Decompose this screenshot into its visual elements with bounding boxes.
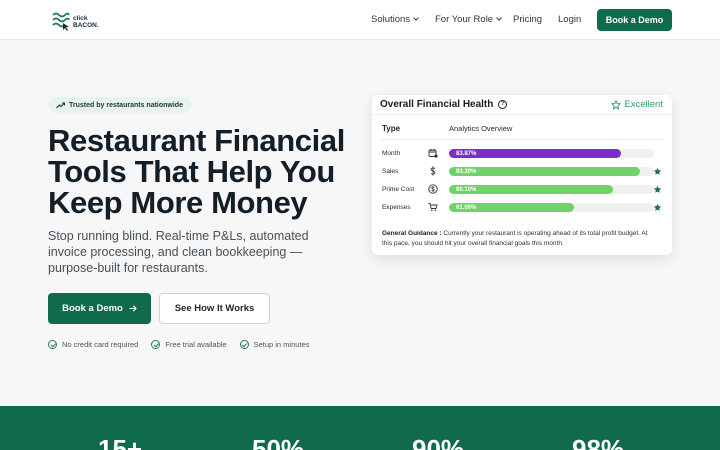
star-icon xyxy=(653,167,662,175)
metric-row-prime-cost: Prime Cost 80.10% xyxy=(372,183,672,197)
metric-label: Prime Cost xyxy=(382,186,415,193)
coin-icon xyxy=(428,184,438,194)
general-guidance: General Guidance : Currently your restau… xyxy=(382,229,657,249)
nav-book-demo-button[interactable]: Book a Demo xyxy=(597,9,672,31)
stat-value: 90% xyxy=(412,434,465,450)
nav-pricing[interactable]: Pricing xyxy=(513,14,542,25)
guidance-label: General Guidance : xyxy=(382,230,442,237)
top-navbar: click BACON. Solutions For Your Role Pri… xyxy=(0,0,720,40)
hero-subtitle: Stop running blind. Real-time P&Ls, auto… xyxy=(48,229,309,275)
nav-login-label: Login xyxy=(558,14,582,25)
logo-line-1: click xyxy=(73,15,88,22)
metric-label: Sales xyxy=(382,168,399,175)
stats-band: 15+ 50% 90% 98% xyxy=(0,406,720,450)
logo[interactable]: click BACON. xyxy=(52,10,99,32)
stat-value: 98% xyxy=(572,434,625,450)
nav-solutions[interactable]: Solutions xyxy=(371,14,419,25)
metric-label: Expenses xyxy=(382,204,411,211)
card-title-label: Overall Financial Health xyxy=(380,99,494,110)
perk-label: Free trial available xyxy=(165,340,227,349)
see-how-it-works-button[interactable]: See How It Works xyxy=(159,293,270,324)
star-icon xyxy=(653,203,662,211)
perk-item: Free trial available xyxy=(151,340,227,349)
chevron-down-icon xyxy=(496,15,502,21)
metric-track: 80.10% xyxy=(449,185,654,194)
perk-item: Setup in minutes xyxy=(239,340,310,349)
nav-pricing-label: Pricing xyxy=(513,14,543,25)
check-circle-icon xyxy=(48,340,57,349)
chevron-down-icon xyxy=(413,15,419,21)
metric-percent: 61.00% xyxy=(456,204,477,211)
metric-row-expenses: Expenses 61.00% xyxy=(372,201,672,215)
star-outline-icon xyxy=(611,99,622,110)
hero-title: Restaurant Financial Tools That Help You… xyxy=(48,125,368,218)
perk-label: Setup in minutes xyxy=(253,340,310,349)
metric-fill: 61.00% xyxy=(449,203,575,212)
metric-percent: 80.10% xyxy=(456,186,477,193)
hero-title-line-2: Tools That Help You xyxy=(48,154,335,189)
metric-fill: 80.10% xyxy=(449,185,614,194)
cart-icon xyxy=(428,203,438,212)
header-divider xyxy=(380,139,664,140)
card-title: Overall Financial Health ? xyxy=(380,99,508,110)
perks-list: No credit card required Free trial avail… xyxy=(48,340,309,349)
check-circle-icon xyxy=(239,340,249,349)
health-status-label: Excellent xyxy=(624,99,663,110)
metric-percent: 83.87% xyxy=(456,150,477,157)
calendar-icon xyxy=(428,149,438,158)
metric-row-month: Month 83.87% xyxy=(372,147,672,161)
hero-title-line-3: Keep More Money xyxy=(48,185,308,220)
metric-track: 61.00% xyxy=(449,203,654,212)
star-icon xyxy=(653,185,662,193)
column-header-type: Type xyxy=(382,124,401,133)
perk-item: No credit card required xyxy=(48,340,138,349)
hero-book-demo-button[interactable]: Book a Demo xyxy=(48,293,151,324)
nav-for-your-role[interactable]: For Your Role xyxy=(435,14,502,25)
health-status: Excellent xyxy=(611,99,663,110)
nav-for-your-role-label: For Your Role xyxy=(435,14,494,25)
dollar-icon xyxy=(430,166,436,176)
perk-label: No credit card required xyxy=(62,340,139,349)
hero-book-demo-label: Book a Demo xyxy=(62,303,123,314)
stat-value: 50% xyxy=(252,434,305,450)
trust-badge-label: Trusted by restaurants nationwide xyxy=(69,101,183,109)
trust-badge: Trusted by restaurants nationwide xyxy=(49,97,191,113)
stat-value: 15+ xyxy=(98,434,143,450)
logo-text: click BACON. xyxy=(73,15,99,29)
nav-solutions-label: Solutions xyxy=(371,14,411,25)
arrow-right-icon xyxy=(129,305,137,312)
metric-label: Month xyxy=(382,150,401,157)
logo-line-2: BACON. xyxy=(73,22,99,29)
column-header-analytics: Analytics Overview xyxy=(449,124,513,133)
check-circle-icon xyxy=(151,340,161,349)
hero-title-line-1: Restaurant Financial xyxy=(48,123,345,158)
financial-health-card: Overall Financial Health ? Excellent Typ… xyxy=(372,95,672,255)
card-header: Overall Financial Health ? Excellent xyxy=(372,95,672,115)
metric-track: 93.20% xyxy=(449,167,654,176)
metric-track: 83.87% xyxy=(449,149,654,158)
metric-fill: 93.20% xyxy=(449,167,641,176)
metric-row-sales: Sales 93.20% xyxy=(372,165,672,179)
trending-up-icon xyxy=(56,101,65,108)
metric-fill: 83.87% xyxy=(449,149,621,158)
help-icon[interactable]: ? xyxy=(498,100,508,109)
metric-percent: 93.20% xyxy=(456,168,477,175)
logo-waves-icon xyxy=(52,12,70,31)
nav-login[interactable]: Login xyxy=(558,14,581,25)
